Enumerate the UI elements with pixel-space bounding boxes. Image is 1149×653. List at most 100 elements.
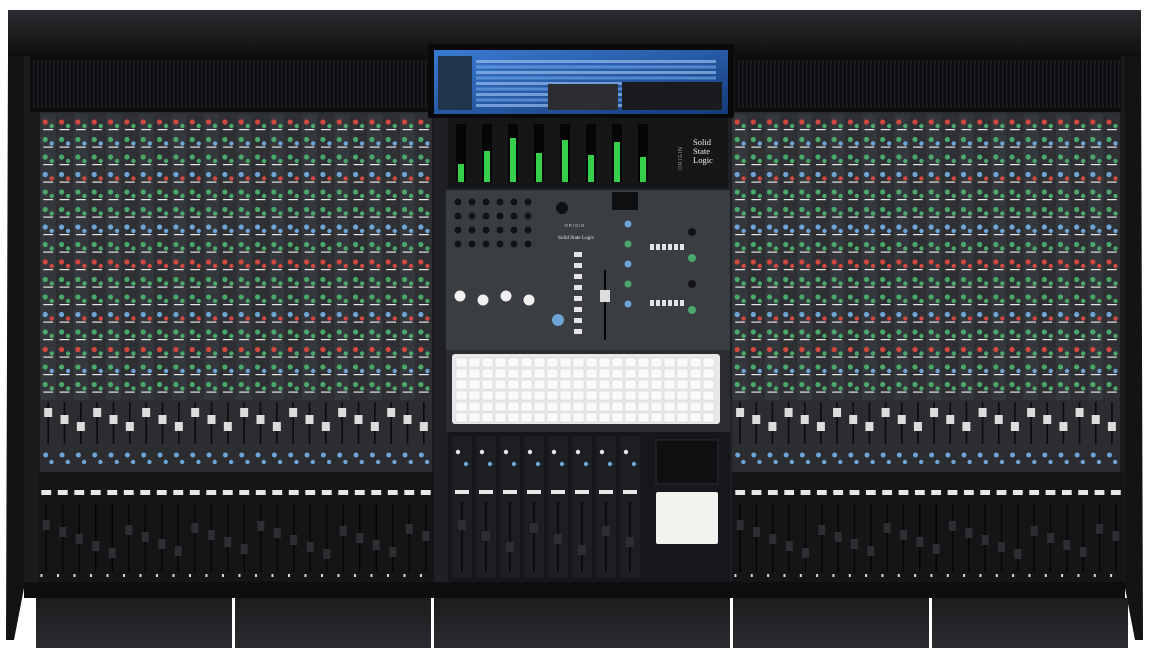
- bridge-tick: [209, 60, 211, 108]
- channel-knob: [750, 311, 756, 318]
- channel-knob: [750, 171, 756, 178]
- channel-knob: [1016, 333, 1021, 339]
- channel-button: [1074, 321, 1085, 323]
- channel-select-button: [140, 490, 151, 495]
- channel-knob: [205, 364, 212, 370]
- channel-button: [864, 251, 875, 253]
- channel-knob: [254, 381, 261, 388]
- channel-knob: [180, 333, 185, 339]
- fader-cap: [256, 415, 265, 424]
- channel-knob: [1032, 298, 1037, 304]
- channel-button: [190, 234, 201, 236]
- channel-knob: [1041, 259, 1047, 265]
- channel-knob: [928, 119, 934, 125]
- fader-bay-right: [732, 472, 1124, 582]
- channel-button: [206, 164, 217, 166]
- control-button: [656, 300, 660, 306]
- channel-knob: [799, 241, 805, 248]
- channel-button: [271, 269, 282, 271]
- channel-knob: [359, 158, 365, 164]
- channel-knob: [1097, 141, 1102, 146]
- channel-button: [1010, 374, 1020, 376]
- channel-knob: [131, 193, 136, 199]
- channel-knob: [343, 333, 348, 339]
- channel-button: [1026, 304, 1036, 306]
- channel-knob: [278, 368, 283, 374]
- channel-button: [369, 199, 380, 201]
- channel-knob: [82, 281, 87, 286]
- channel-button: [190, 321, 201, 323]
- channel-button: [1026, 234, 1036, 236]
- channel-button: [993, 234, 1004, 236]
- channel-button: [961, 181, 972, 183]
- channel-button: [320, 286, 331, 288]
- channel-button: [369, 251, 380, 253]
- channel-knob: [163, 176, 169, 181]
- keyboard-key: [702, 401, 715, 412]
- channel-button: [880, 304, 891, 306]
- channel-knob: [337, 452, 343, 458]
- fader-track: [408, 504, 410, 572]
- channel-knob: [766, 241, 773, 248]
- channel-knob: [189, 311, 195, 318]
- keyboard-key: [572, 379, 585, 390]
- channel-knob: [156, 136, 163, 143]
- channel-knob: [131, 351, 136, 356]
- channel-knob: [156, 276, 163, 283]
- channel-knob: [799, 452, 805, 458]
- channel-button: [929, 146, 939, 148]
- channel-button: [961, 304, 972, 306]
- fader-cap: [108, 548, 116, 558]
- channel-knob: [163, 316, 169, 321]
- fader-cap: [994, 415, 1003, 424]
- channel-knob: [960, 329, 967, 335]
- keyboard-key: [663, 390, 676, 401]
- channel-knob: [140, 364, 146, 370]
- channel-button: [288, 391, 299, 393]
- keyboard-key: [533, 379, 546, 390]
- channel-button: [1107, 321, 1117, 323]
- channel-knob: [815, 241, 821, 248]
- channel-button: [913, 286, 923, 288]
- channel-knob: [750, 381, 756, 388]
- channel-led: [750, 574, 753, 577]
- channel-button: [880, 164, 891, 166]
- bridge-tick: [818, 60, 820, 108]
- bridge-tick: [1058, 60, 1060, 108]
- channel-button: [977, 339, 988, 341]
- channel-knob: [180, 141, 185, 146]
- keyboard-key: [676, 379, 689, 390]
- channel-knob: [854, 228, 860, 234]
- channel-knob: [42, 119, 48, 125]
- channel-button: [961, 391, 972, 393]
- channel-knob: [163, 246, 169, 251]
- channel-knob: [58, 294, 65, 300]
- channel-knob: [320, 381, 326, 388]
- center-strip-knob: [559, 461, 565, 467]
- channel-knob: [935, 246, 940, 251]
- channel-button: [255, 216, 266, 218]
- channel-knob: [919, 298, 924, 304]
- channel-button: [977, 321, 988, 323]
- fader-track: [935, 504, 937, 572]
- channel-knob: [903, 246, 908, 251]
- channel-button: [190, 356, 201, 358]
- channel-button: [222, 339, 233, 341]
- bridge-tick: [49, 60, 51, 108]
- channel-button: [75, 304, 86, 306]
- bridge-tick: [870, 60, 872, 108]
- bridge-tick: [850, 60, 852, 108]
- channel-knob: [156, 364, 163, 370]
- channel-button: [1042, 164, 1053, 166]
- channel-button: [255, 234, 266, 236]
- channel-button: [173, 356, 184, 358]
- channel-button: [141, 129, 152, 131]
- channel-knob: [1106, 364, 1112, 370]
- bridge-tick: [1090, 60, 1092, 108]
- channel-knob: [783, 311, 789, 318]
- bridge-tick: [173, 60, 175, 108]
- channel-knob: [870, 263, 876, 269]
- channel-button: [418, 304, 429, 306]
- channel-knob: [310, 386, 316, 391]
- channel-knob: [294, 298, 299, 304]
